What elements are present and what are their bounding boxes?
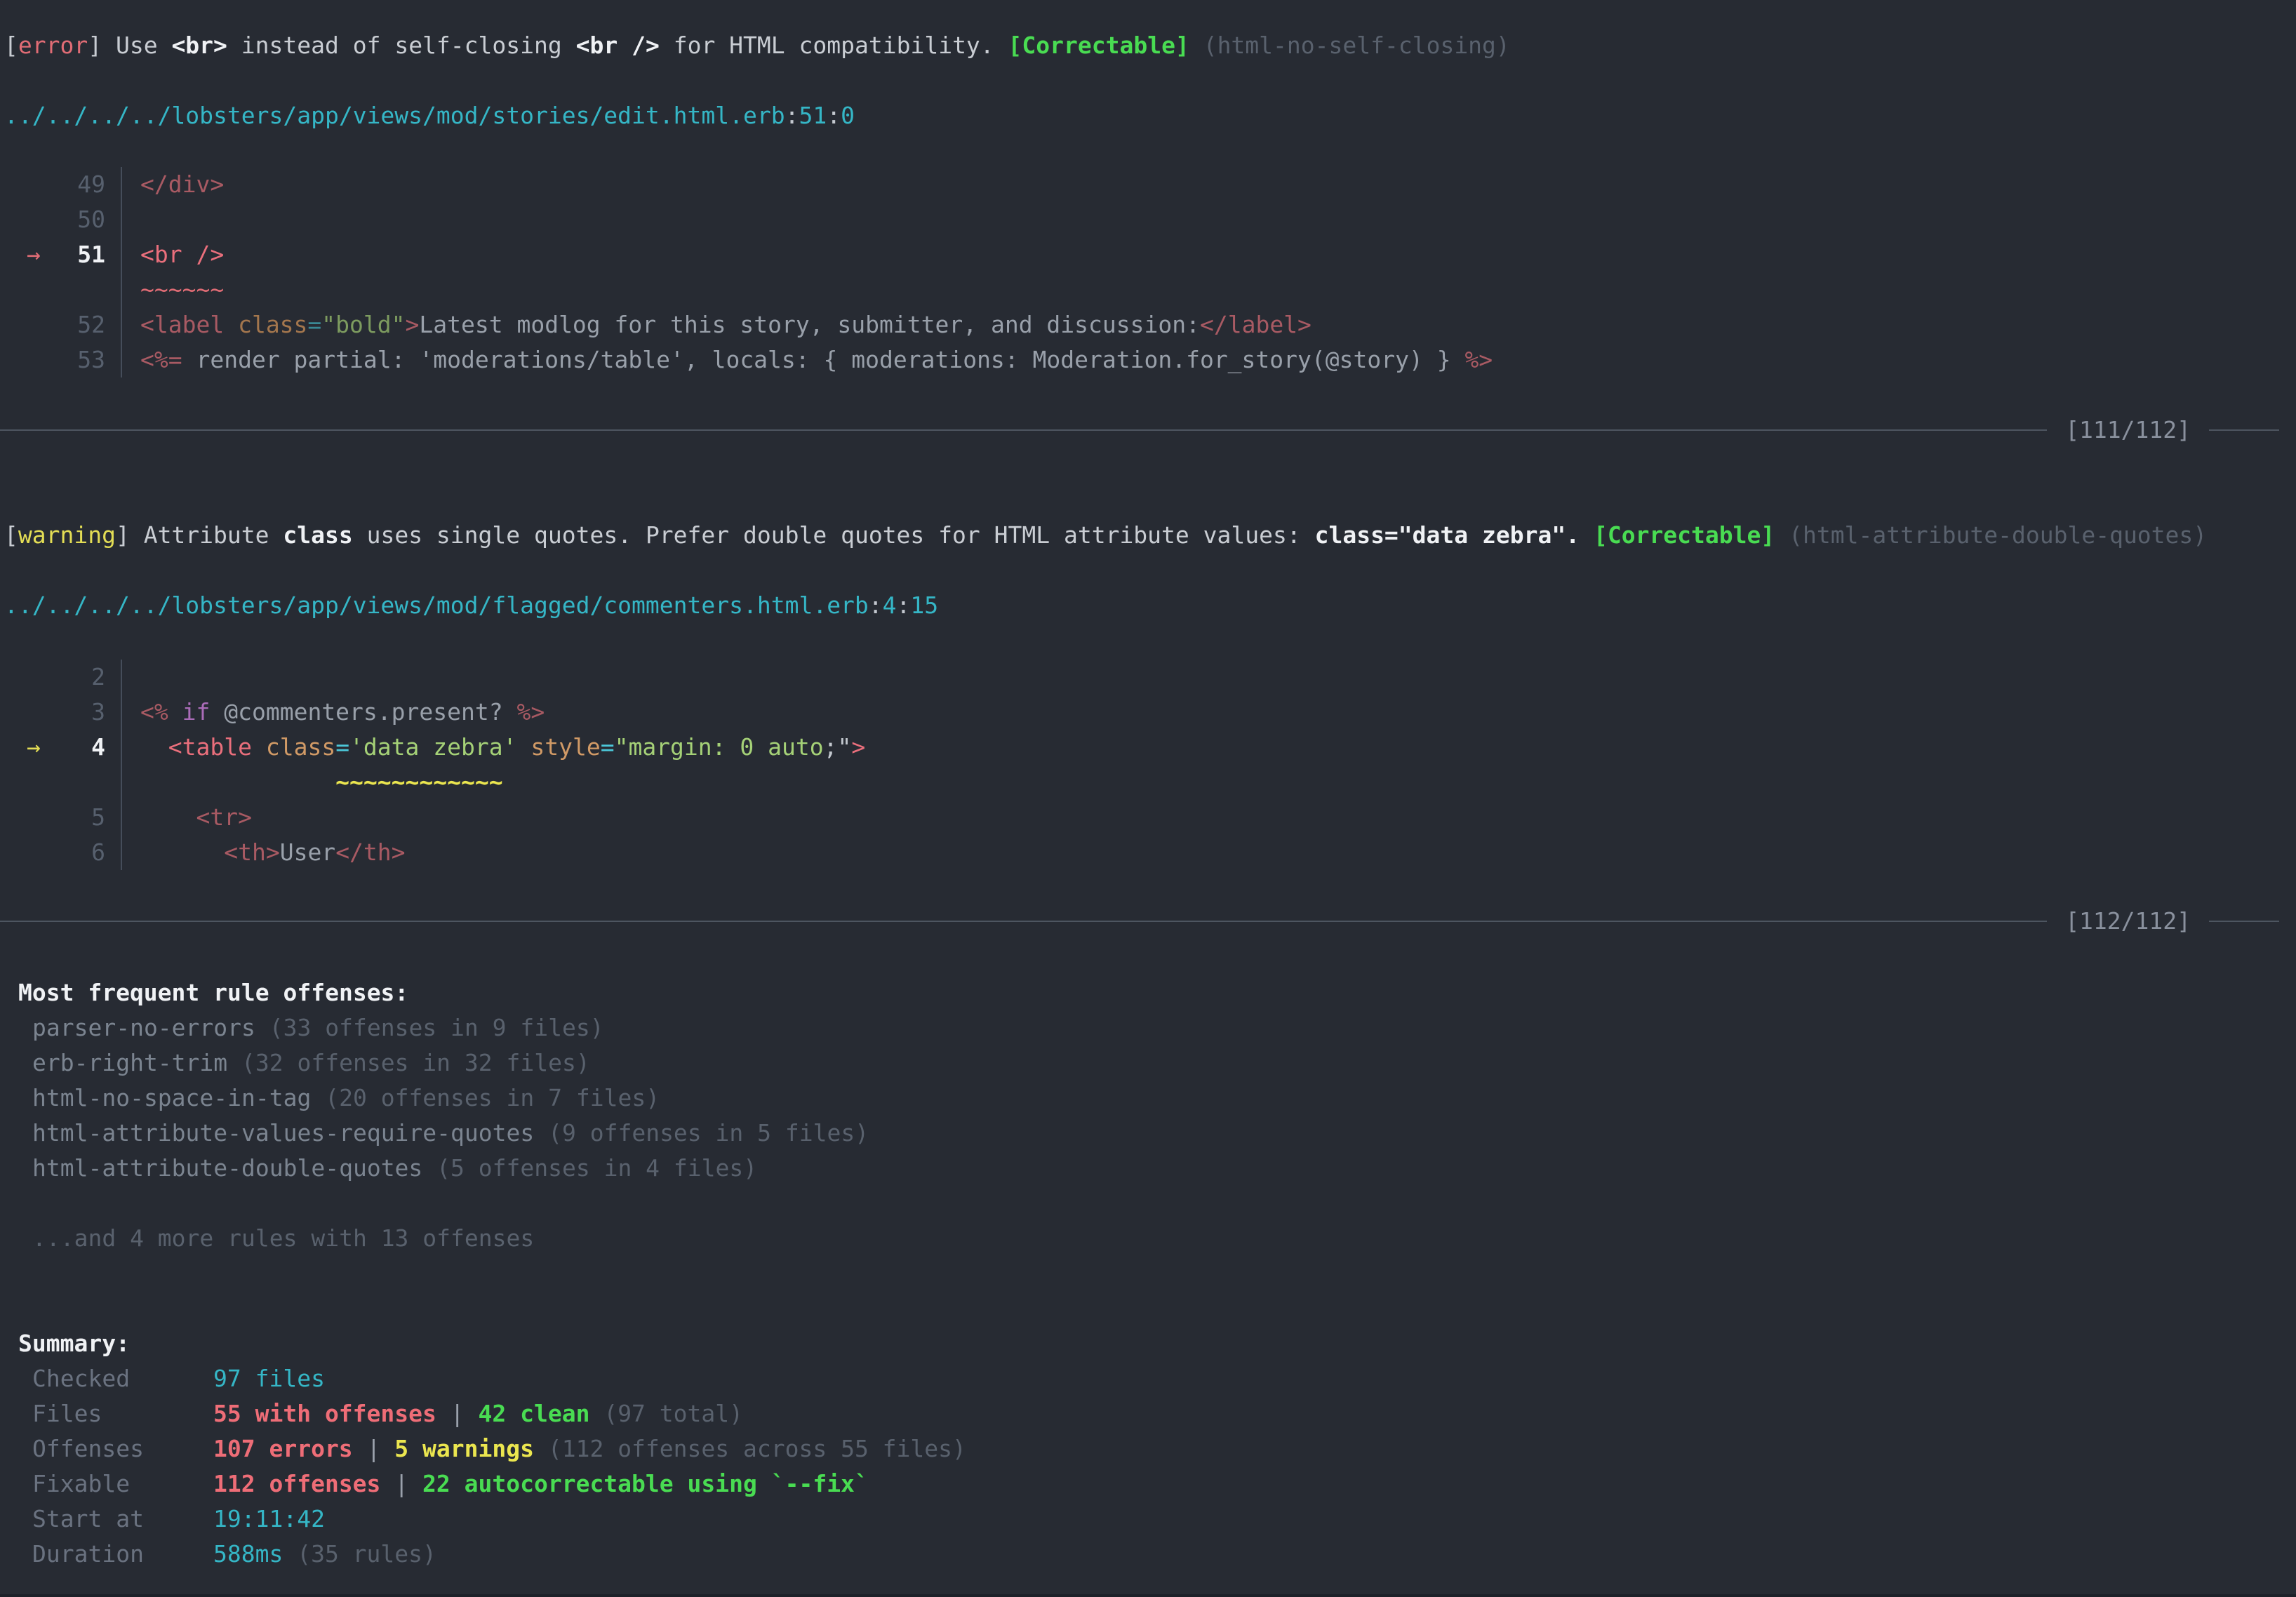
severity-error-label: error [18, 32, 88, 59]
col-ref: 0 [841, 102, 855, 129]
rule-count: (32 offenses in 32 files) [241, 1049, 590, 1076]
correctable-badge: [Correctable] [1594, 521, 1775, 549]
summary-row-start: Start at19:11:42 [0, 1502, 2296, 1537]
line-number: 49 [51, 167, 105, 202]
rule-name: html-no-space-in-tag [32, 1084, 311, 1111]
code-line: 50 [0, 202, 2296, 237]
correctable-badge: [Correctable] [1008, 32, 1189, 59]
code-line: 3<% if @commenters.present? %> [0, 695, 2296, 730]
summary-label: Start at [32, 1502, 213, 1537]
code-line: 53<%= render partial: 'moderations/table… [0, 342, 2296, 377]
bracket: [ [4, 521, 18, 549]
code-line-highlighted: →51<br /> [0, 237, 2296, 272]
squiggle-row: ~~~~~~~~~~~~ [0, 765, 2296, 800]
line-number: 5 [51, 800, 105, 835]
summary-label: Checked [32, 1361, 213, 1396]
summary-label: Duration [32, 1537, 213, 1572]
rule-name: html-attribute-values-require-quotes [32, 1119, 534, 1147]
rule-name: parser-no-errors [32, 1014, 255, 1041]
line-number: 51 [51, 237, 105, 272]
summary-label: Fixable [32, 1466, 213, 1502]
progress-counter: [111/112] [2065, 413, 2191, 448]
summary-label: Offenses [32, 1431, 213, 1466]
file-path-2: ../../../../lobsters/app/views/mod/flagg… [0, 588, 2296, 623]
divider-line [2209, 921, 2279, 922]
rule-offenses-section: Most frequent rule offenses: parser-no-e… [0, 975, 2296, 1256]
rule-name: (html-attribute-double-quotes) [1775, 521, 2207, 549]
rule-name: html-attribute-double-quotes [32, 1154, 422, 1182]
window-bottom-edge [0, 1594, 2296, 1597]
rule-count: (5 offenses in 4 files) [436, 1154, 757, 1182]
line-number: 2 [51, 660, 105, 695]
rule-offense-item: html-attribute-values-require-quotes (9 … [0, 1116, 2296, 1151]
rule-offenses-header: Most frequent rule offenses: [0, 975, 2296, 1010]
error-arrow-icon: → [27, 237, 51, 272]
severity-warning-label: warning [18, 521, 116, 549]
col-ref: 15 [910, 592, 938, 619]
summary-row-fixable: Fixable112 offenses | 22 autocorrectable… [0, 1466, 2296, 1502]
squiggle-underline: ~~~~~~~~~~~~ [140, 768, 503, 796]
squiggle-underline: ~~~~~~ [140, 276, 224, 303]
rule-count: (33 offenses in 9 files) [269, 1014, 604, 1041]
code-snippet: class [283, 521, 352, 549]
divider-line [0, 921, 2047, 922]
offense-1: [error] Use <br> instead of self-closing… [0, 28, 2296, 63]
terminal-output: [error] Use <br> instead of self-closing… [0, 0, 2296, 1597]
summary-row-checked: Checked97 files [0, 1361, 2296, 1396]
more-rules-note: ...and 4 more rules with 13 offenses [0, 1221, 2296, 1256]
line-number: 4 [51, 730, 105, 765]
line-ref: 4 [883, 592, 897, 619]
line-number: 6 [51, 835, 105, 870]
rule-offense-item: html-no-space-in-tag (20 offenses in 7 f… [0, 1081, 2296, 1116]
progress-divider-1: [111/112] [0, 413, 2296, 448]
line-number: 50 [51, 202, 105, 237]
progress-counter: [112/112] [2065, 904, 2191, 939]
code-line-highlighted: →4 <table class='data zebra' style="marg… [0, 730, 2296, 765]
bracket: ] [116, 521, 130, 549]
divider-line [2209, 429, 2279, 431]
offense-2-message: [warning] Attribute class uses single qu… [0, 518, 2296, 553]
offense-2: [warning] Attribute class uses single qu… [0, 518, 2296, 553]
summary-value: 588ms [213, 1540, 283, 1568]
rule-count: (9 offenses in 5 files) [548, 1119, 869, 1147]
file-path: ../../../../lobsters/app/views/mod/stori… [4, 102, 785, 129]
code-snippet: <br> [171, 32, 227, 59]
progress-divider-2: [112/112] [0, 904, 2296, 939]
squiggle-row: ~~~~~~ [0, 272, 2296, 307]
summary-label: Files [32, 1396, 213, 1431]
summary-header: Summary: [0, 1326, 2296, 1361]
rule-name: (html-no-self-closing) [1189, 32, 1510, 59]
divider-line [0, 429, 2047, 431]
line-number: 52 [51, 307, 105, 342]
summary-value: 19:11:42 [213, 1505, 325, 1532]
code-snippet: <br /> [576, 32, 660, 59]
code-block-1: 49</div> 50 →51<br /> ~~~~~~ 52<label cl… [0, 167, 2296, 377]
code-line: 6 <th>User</th> [0, 835, 2296, 870]
summary-row-offenses: Offenses107 errors | 5 warnings (112 off… [0, 1431, 2296, 1466]
code-line: 5 <tr> [0, 800, 2296, 835]
rule-offense-item: parser-no-errors (33 offenses in 9 files… [0, 1010, 2296, 1045]
rule-name: erb-right-trim [32, 1049, 227, 1076]
warning-arrow-icon: → [27, 730, 51, 765]
bracket: [ [4, 32, 18, 59]
code-block-2: 2 3<% if @commenters.present? %> →4 <tab… [0, 660, 2296, 870]
rule-count: (20 offenses in 7 files) [325, 1084, 660, 1111]
offense-1-message: [error] Use <br> instead of self-closing… [0, 28, 2296, 63]
summary-section: Summary: Checked97 files Files55 with of… [0, 1326, 2296, 1572]
rule-offense-item: erb-right-trim (32 offenses in 32 files) [0, 1045, 2296, 1081]
summary-row-files: Files55 with offenses | 42 clean (97 tot… [0, 1396, 2296, 1431]
code-line: 49</div> [0, 167, 2296, 202]
bracket: ] [88, 32, 102, 59]
line-ref: 51 [799, 102, 827, 129]
summary-value: 97 files [213, 1365, 325, 1392]
summary-row-duration: Duration588ms (35 rules) [0, 1537, 2296, 1572]
code-line: 2 [0, 660, 2296, 695]
line-number: 53 [51, 342, 105, 377]
line-number: 3 [51, 695, 105, 730]
rule-offense-item: html-attribute-double-quotes (5 offenses… [0, 1151, 2296, 1186]
code-line: 52<label class="bold">Latest modlog for … [0, 307, 2296, 342]
code-snippet: class="data zebra". [1315, 521, 1580, 549]
file-path-1: ../../../../lobsters/app/views/mod/stori… [0, 98, 2296, 133]
file-path: ../../../../lobsters/app/views/mod/flagg… [4, 592, 869, 619]
